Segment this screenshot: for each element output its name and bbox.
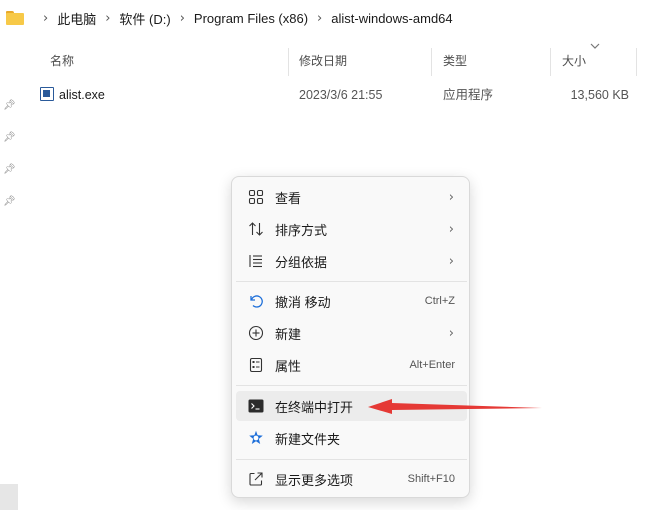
context-menu: 查看 › 排序方式 › 分组依据 › 撤消 移动 Ctrl+Z 新建 › 属性 … xyxy=(231,176,470,498)
terminal-icon xyxy=(247,397,265,415)
group-list-icon xyxy=(247,252,265,270)
column-header-date[interactable]: 修改日期 xyxy=(287,44,431,78)
menu-item-new-folder[interactable]: 新建文件夹 xyxy=(236,423,467,453)
chevron-right-icon[interactable]: › xyxy=(43,11,48,26)
menu-item-label: 排序方式 xyxy=(275,222,328,238)
plus-circle-icon xyxy=(247,324,265,342)
undo-icon xyxy=(247,292,265,310)
pin-icon: 📌︎ xyxy=(3,132,16,143)
breadcrumb-item-drive-d[interactable]: 软件 (D:) xyxy=(119,9,170,28)
menu-separator xyxy=(236,385,467,386)
column-header-name[interactable]: 名称 xyxy=(38,44,286,78)
shortcut-text: Alt+Enter xyxy=(409,359,455,371)
file-type: 应用程序 xyxy=(443,88,494,102)
chevron-right-icon: › xyxy=(448,221,454,237)
menu-item-label: 新建 xyxy=(275,326,302,342)
folder-icon xyxy=(6,11,24,25)
menu-item-undo[interactable]: 撤消 移动 Ctrl+Z xyxy=(236,286,467,316)
menu-item-label: 属性 xyxy=(275,358,302,374)
shortcut-text: Shift+F10 xyxy=(407,473,455,485)
menu-separator xyxy=(236,459,467,460)
chevron-right-icon[interactable]: › xyxy=(317,11,322,26)
pin-icon: 📌︎ xyxy=(3,196,16,207)
grid-view-icon xyxy=(247,188,265,206)
new-folder-icon xyxy=(247,429,265,447)
menu-item-label: 新建文件夹 xyxy=(275,431,341,447)
chevron-right-icon: › xyxy=(448,253,454,269)
breadcrumb-item-program-files[interactable]: Program Files (x86) xyxy=(194,11,308,26)
file-name: alist.exe xyxy=(59,88,105,102)
navigation-pane-edge: 📌︎ 📌︎ 📌︎ 📌︎ xyxy=(0,36,18,510)
chevron-right-icon[interactable]: › xyxy=(105,11,110,26)
column-headers: 名称 修改日期 类型 大小 xyxy=(38,43,638,78)
menu-item-sort[interactable]: 排序方式 › xyxy=(236,214,467,244)
menu-separator xyxy=(236,281,467,282)
menu-item-label: 查看 xyxy=(275,190,302,206)
file-size: 13,560 KB xyxy=(570,88,629,102)
pin-icon: 📌︎ xyxy=(3,100,16,111)
file-row[interactable]: alist.exe 2023/3/6 21:55 应用程序 13,560 KB xyxy=(38,82,638,108)
sort-caret-icon xyxy=(590,43,600,49)
shortcut-text: Ctrl+Z xyxy=(424,295,455,307)
exe-file-icon xyxy=(40,87,54,101)
column-divider[interactable] xyxy=(636,48,637,76)
external-open-icon xyxy=(247,470,265,488)
breadcrumb: › 此电脑 › 软件 (D:) › Program Files (x86) › … xyxy=(0,0,653,36)
menu-item-label: 撤消 移动 xyxy=(275,294,331,310)
menu-item-group[interactable]: 分组依据 › xyxy=(236,246,467,276)
scrollbar[interactable] xyxy=(0,484,18,510)
menu-item-label: 显示更多选项 xyxy=(275,472,354,488)
file-date: 2023/3/6 21:55 xyxy=(299,88,383,102)
breadcrumb-item-alist-folder[interactable]: alist-windows-amd64 xyxy=(331,11,452,26)
menu-item-new[interactable]: 新建 › xyxy=(236,318,467,348)
column-header-type[interactable]: 类型 xyxy=(431,44,550,78)
chevron-right-icon: › xyxy=(448,189,454,205)
menu-item-label: 分组依据 xyxy=(275,254,328,270)
properties-icon xyxy=(247,356,265,374)
chevron-right-icon[interactable]: › xyxy=(180,11,185,26)
menu-item-show-more-options[interactable]: 显示更多选项 Shift+F10 xyxy=(236,464,467,494)
breadcrumb-item-this-pc[interactable]: 此电脑 xyxy=(57,9,96,28)
menu-item-view[interactable]: 查看 › xyxy=(236,182,467,212)
menu-item-properties[interactable]: 属性 Alt+Enter xyxy=(236,350,467,380)
annotation-arrow-icon xyxy=(368,399,542,414)
sort-arrows-icon xyxy=(247,220,265,238)
pin-icon: 📌︎ xyxy=(3,164,16,175)
chevron-right-icon: › xyxy=(448,325,454,341)
